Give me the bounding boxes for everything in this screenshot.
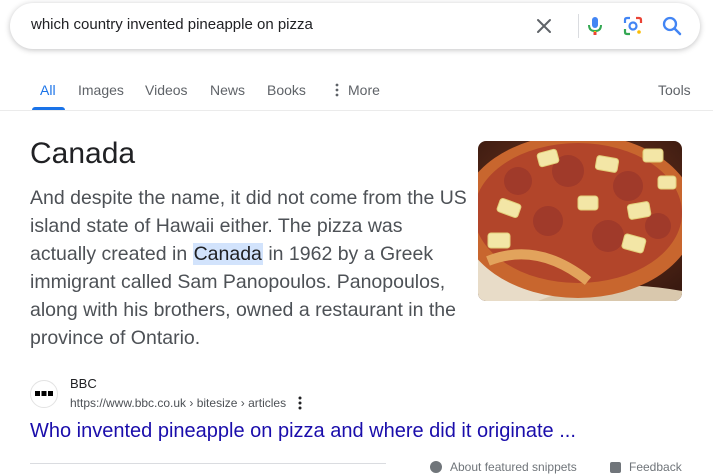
lens-icon[interactable] bbox=[622, 15, 644, 37]
tools-button[interactable]: Tools bbox=[658, 82, 691, 98]
bbc-favicon bbox=[30, 380, 58, 408]
more-vertical-icon bbox=[335, 83, 339, 97]
tab-images[interactable]: Images bbox=[78, 82, 124, 98]
clear-icon[interactable] bbox=[535, 17, 553, 35]
about-featured-snippets-link[interactable]: About featured snippets bbox=[430, 460, 577, 474]
tabs-divider bbox=[0, 110, 713, 111]
search-icon[interactable] bbox=[661, 15, 683, 37]
about-featured-snippets-label: About featured snippets bbox=[450, 460, 577, 474]
featured-answer: Canada bbox=[30, 137, 136, 170]
tab-more[interactable]: More bbox=[348, 82, 380, 98]
search-bar-divider bbox=[578, 14, 579, 38]
feedback-icon bbox=[610, 462, 621, 473]
feedback-link[interactable]: Feedback bbox=[610, 460, 682, 474]
snippet-highlight: Canada bbox=[192, 243, 263, 265]
tab-news[interactable]: News bbox=[210, 82, 245, 98]
more-options-icon[interactable] bbox=[296, 395, 304, 411]
source-url[interactable]: https://www.bbc.co.uk › bitesize › artic… bbox=[70, 396, 286, 410]
search-tabs: All Images Videos News Books More Tools bbox=[0, 72, 713, 110]
featured-snippet-text: And despite the name, it did not come fr… bbox=[30, 184, 470, 352]
result-divider bbox=[30, 463, 386, 464]
search-bar[interactable]: which country invented pineapple on pizz… bbox=[10, 3, 700, 49]
source-name[interactable]: BBC bbox=[70, 376, 97, 391]
tab-videos[interactable]: Videos bbox=[145, 82, 188, 98]
feedback-label: Feedback bbox=[629, 460, 682, 474]
result-title-link[interactable]: Who invented pineapple on pizza and wher… bbox=[30, 420, 576, 443]
mic-icon[interactable] bbox=[584, 15, 606, 37]
help-icon bbox=[430, 461, 442, 473]
tab-books[interactable]: Books bbox=[267, 82, 306, 98]
pizza-image[interactable] bbox=[478, 141, 682, 301]
search-input[interactable]: which country invented pineapple on pizz… bbox=[31, 16, 313, 33]
tab-all[interactable]: All bbox=[40, 82, 56, 98]
